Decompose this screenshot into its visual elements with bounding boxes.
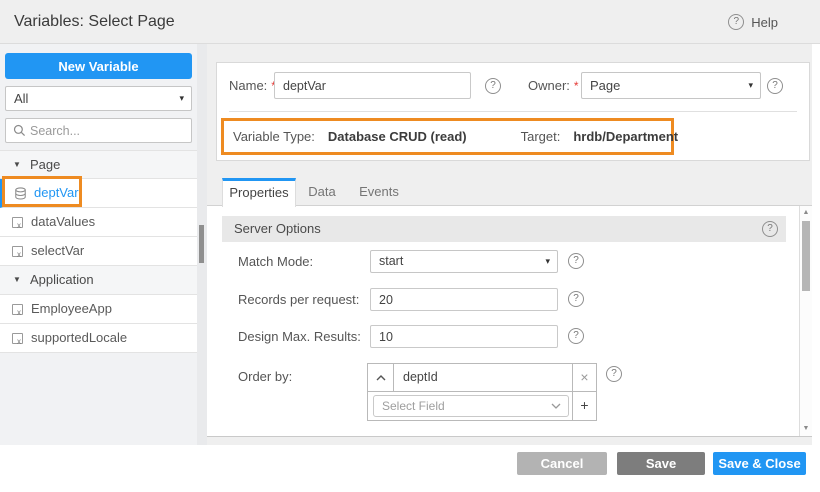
plus-icon: +	[580, 397, 588, 413]
tree-item-selectvar[interactable]: x selectVar	[0, 237, 197, 266]
chevron-down-icon: ▾	[545, 251, 550, 272]
owner-select[interactable]: Page ▾	[581, 72, 761, 99]
remove-order-button[interactable]: ×	[572, 364, 596, 391]
help-icon[interactable]: ?	[568, 253, 584, 269]
card-divider	[229, 111, 797, 112]
triangle-down-icon: ▼	[13, 151, 21, 179]
search-icon	[13, 124, 26, 137]
variable-type-label: Variable Type:	[233, 129, 315, 144]
properties-panel: Server Options ? Match Mode: start ▾ ? R…	[207, 206, 812, 437]
name-label: Name:*	[229, 72, 276, 100]
scroll-down-icon[interactable]: ▼	[800, 425, 812, 432]
sidebar-scrollbar-thumb[interactable]	[199, 225, 204, 263]
match-mode-label: Match Mode:	[238, 250, 313, 273]
target-value: hrdb/Department	[573, 129, 678, 144]
order-by-field-value: deptId	[394, 364, 572, 391]
add-order-button[interactable]: +	[572, 392, 596, 420]
name-input[interactable]	[274, 72, 471, 99]
variable-search	[5, 118, 192, 143]
variable-icon: x	[12, 246, 23, 257]
required-asterisk: *	[574, 79, 579, 93]
save-and-close-button[interactable]: Save & Close	[713, 452, 806, 475]
help-icon[interactable]: ?	[762, 221, 778, 237]
select-field-placeholder: Select Field	[382, 396, 445, 416]
close-icon: ×	[580, 369, 588, 385]
add-order-row: Select Field +	[368, 392, 596, 420]
server-options-title: Server Options	[234, 216, 321, 242]
scroll-up-icon[interactable]: ▲	[800, 209, 812, 216]
content-scrollbar[interactable]: ▲ ▼	[799, 206, 812, 436]
order-by-row: deptId ×	[368, 364, 596, 392]
select-field-dropdown[interactable]: Select Field	[373, 395, 569, 417]
variables-tree: ▼ Page deptVar x dataValues x selectVar	[0, 150, 197, 353]
records-per-request-input[interactable]	[370, 288, 558, 311]
variables-sidebar: New Variable All ▾ ▼ Page	[0, 44, 197, 447]
variables-dialog: Variables: Select Page ? Help New Variab…	[0, 0, 820, 492]
tree-group-application[interactable]: ▼ Application	[0, 266, 197, 295]
match-mode-value: start	[379, 251, 403, 272]
target-label: Target:	[521, 129, 561, 144]
chevron-down-icon: ▾	[748, 73, 753, 98]
match-mode-select[interactable]: start ▾	[370, 250, 558, 273]
type-target-annotation-box: Variable Type: Database CRUD (read) Targ…	[221, 118, 674, 155]
new-variable-button[interactable]: New Variable	[5, 53, 192, 79]
dialog-header: Variables: Select Page ? Help	[0, 0, 820, 44]
order-by-widget: deptId × Select Field +	[367, 363, 597, 421]
content-scrollbar-thumb[interactable]	[802, 221, 810, 291]
variable-icon: x	[12, 217, 23, 228]
cancel-button[interactable]: Cancel	[517, 452, 607, 475]
owner-selected-value: Page	[590, 73, 620, 98]
tab-properties[interactable]: Properties	[222, 178, 296, 207]
help-icon: ?	[728, 14, 744, 30]
database-icon	[14, 187, 27, 200]
tree-item-supportedlocale[interactable]: x supportedLocale	[0, 324, 197, 353]
filter-selected-value: All	[14, 87, 28, 110]
help-button[interactable]: ? Help	[728, 0, 778, 44]
tree-item-datavalues[interactable]: x dataValues	[0, 208, 197, 237]
variable-filter-select[interactable]: All ▾	[5, 86, 192, 111]
tree-item-deptvar[interactable]: deptVar	[0, 179, 197, 208]
chevron-up-icon	[376, 375, 386, 381]
server-options-header: Server Options ?	[222, 216, 786, 242]
sidebar-scrollbar[interactable]	[197, 44, 207, 447]
variable-type-value: Database CRUD (read)	[328, 129, 467, 144]
detail-tabbar: Properties Data Events	[207, 178, 812, 206]
help-icon[interactable]: ?	[568, 328, 584, 344]
search-input[interactable]	[30, 120, 188, 141]
chevron-down-icon	[551, 403, 561, 409]
help-icon[interactable]: ?	[767, 78, 783, 94]
tab-events[interactable]: Events	[351, 178, 407, 206]
dialog-footer: Cancel Save Save & Close	[0, 445, 820, 492]
page-title: Variables: Select Page	[14, 0, 175, 44]
tree-item-employeeapp[interactable]: x EmployeeApp	[0, 295, 197, 324]
tab-data[interactable]: Data	[297, 178, 347, 206]
sort-direction-button[interactable]	[368, 364, 394, 391]
help-icon[interactable]: ?	[485, 78, 501, 94]
help-label: Help	[751, 15, 778, 30]
variable-icon: x	[12, 333, 23, 344]
design-max-results-input[interactable]	[370, 325, 558, 348]
owner-label: Owner:*	[528, 72, 579, 100]
chevron-down-icon: ▾	[179, 87, 184, 110]
variable-icon: x	[12, 304, 23, 315]
triangle-down-icon: ▼	[13, 266, 21, 294]
design-max-results-label: Design Max. Results:	[238, 325, 361, 348]
records-per-request-label: Records per request:	[238, 288, 359, 311]
variable-summary-card: Name:* ? Owner:* Page ▾ ? Variable Type:…	[216, 62, 810, 161]
tree-group-page[interactable]: ▼ Page	[0, 150, 197, 179]
save-button[interactable]: Save	[617, 452, 705, 475]
order-by-label: Order by:	[238, 365, 292, 388]
help-icon[interactable]: ?	[568, 291, 584, 307]
help-icon[interactable]: ?	[606, 366, 622, 382]
